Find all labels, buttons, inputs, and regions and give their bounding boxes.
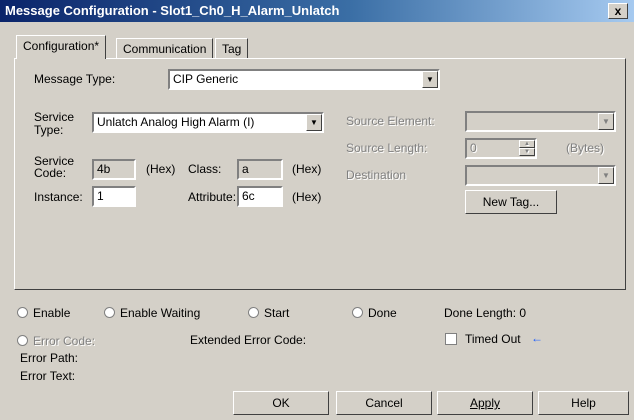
attribute-hex-label: (Hex) xyxy=(292,190,322,204)
attribute-label: Attribute: xyxy=(188,190,237,204)
spin-up-icon[interactable]: ▲ xyxy=(519,140,535,148)
message-type-value: CIP Generic xyxy=(173,72,239,86)
enable-waiting-radio[interactable] xyxy=(104,307,115,318)
error-path-label: Error Path: xyxy=(20,351,79,365)
new-tag-button[interactable]: New Tag... xyxy=(465,190,557,214)
spin-buttons[interactable]: ▲ ▼ xyxy=(519,140,535,157)
start-radio[interactable] xyxy=(248,307,259,318)
tab-tag[interactable]: Tag xyxy=(215,38,249,58)
class-hex-label: (Hex) xyxy=(292,162,322,176)
chevron-down-icon[interactable]: ▼ xyxy=(598,113,614,130)
service-type-label-1: Service xyxy=(34,110,75,124)
enable-label: Enable xyxy=(33,306,71,320)
done-length-label: Done Length: 0 xyxy=(444,306,527,320)
timed-out-checkbox[interactable] xyxy=(445,333,457,345)
window-title: Message Configuration - Slot1_Ch0_H_Alar… xyxy=(5,3,340,18)
close-icon: x xyxy=(614,4,622,18)
chevron-down-icon[interactable]: ▼ xyxy=(598,167,614,184)
chevron-down-icon[interactable]: ▼ xyxy=(306,114,322,131)
bytes-label: (Bytes) xyxy=(566,141,605,155)
source-length-value: 0 xyxy=(470,141,477,155)
destination-select[interactable]: ▼ xyxy=(465,165,616,186)
close-button[interactable]: x xyxy=(608,3,628,19)
instance-label: Instance: xyxy=(34,190,83,204)
error-code-radio[interactable] xyxy=(17,335,28,346)
tab-configuration[interactable]: Configuration* xyxy=(16,35,107,59)
enable-radio[interactable] xyxy=(17,307,28,318)
service-type-value: Unlatch Analog High Alarm (I) xyxy=(97,115,255,129)
spin-down-icon[interactable]: ▼ xyxy=(519,148,535,156)
help-button[interactable]: Help xyxy=(538,391,629,415)
message-type-label: Message Type: xyxy=(34,72,116,86)
source-element-label: Source Element: xyxy=(346,114,435,128)
extended-error-code-label: Extended Error Code: xyxy=(190,333,307,347)
start-label: Start xyxy=(264,306,290,320)
service-code-label-2: Code: xyxy=(34,166,67,180)
done-label: Done xyxy=(368,306,397,320)
service-type-label-2: Type: xyxy=(34,123,64,137)
message-type-select[interactable]: CIP Generic ▼ xyxy=(168,69,440,90)
instance-field[interactable]: 1 xyxy=(92,186,136,207)
apply-button[interactable]: Apply xyxy=(437,391,533,415)
timed-out-label: Timed Out xyxy=(465,332,521,346)
source-element-select[interactable]: ▼ xyxy=(465,111,616,132)
enable-waiting-label: Enable Waiting xyxy=(120,306,201,320)
source-length-stepper[interactable]: 0 ▲ ▼ xyxy=(465,138,537,159)
service-type-select[interactable]: Unlatch Analog High Alarm (I) ▼ xyxy=(92,112,324,133)
service-code-field[interactable]: 4b xyxy=(92,159,136,180)
attribute-field[interactable]: 6c xyxy=(237,186,283,207)
source-length-label: Source Length: xyxy=(346,141,428,155)
error-text-label: Error Text: xyxy=(20,369,76,383)
chevron-down-icon[interactable]: ▼ xyxy=(422,71,438,88)
class-field[interactable]: a xyxy=(237,159,283,180)
arrow-left-icon: ← xyxy=(531,331,543,345)
tab-communication[interactable]: Communication xyxy=(116,38,214,58)
destination-label: Destination xyxy=(346,168,407,182)
done-radio[interactable] xyxy=(352,307,363,318)
class-label: Class: xyxy=(188,162,222,176)
ok-button[interactable]: OK xyxy=(233,391,329,415)
cancel-button[interactable]: Cancel xyxy=(336,391,432,415)
error-code-label: Error Code: xyxy=(33,334,96,348)
service-code-hex-label: (Hex) xyxy=(146,162,176,176)
